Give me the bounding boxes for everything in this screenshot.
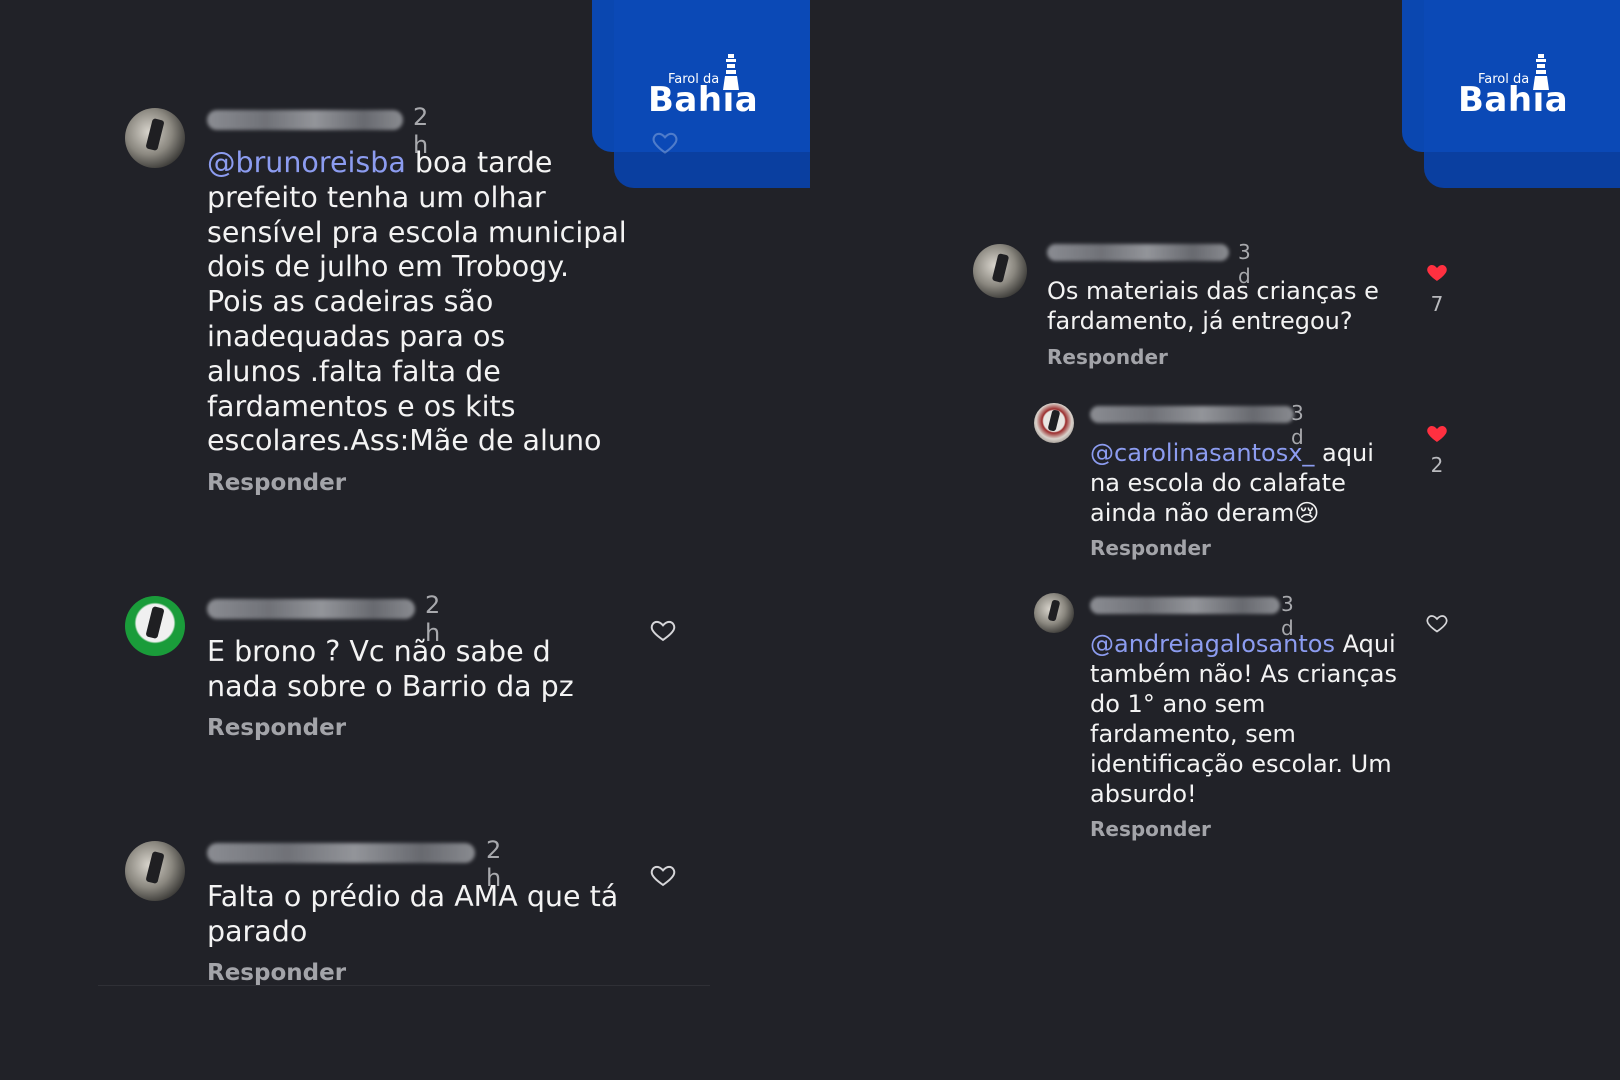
reply-button[interactable]: Responder <box>1047 345 1168 369</box>
avatar[interactable] <box>1034 403 1074 443</box>
lighthouse-icon <box>1533 54 1549 90</box>
avatar[interactable] <box>125 108 185 168</box>
username-blurred[interactable] <box>207 843 475 863</box>
comment-text: Os materiais das crianças e fardamento, … <box>1047 277 1379 335</box>
username-blurred[interactable] <box>207 110 403 130</box>
avatar[interactable] <box>125 841 185 901</box>
avatar[interactable] <box>125 596 185 656</box>
mention-link[interactable]: @carolinasantosx_ <box>1090 439 1314 467</box>
left-comments-panel: Farol da Bahia 2 h @brunoreisba boa tard… <box>0 0 810 1080</box>
mention-link[interactable]: @andreiagalosantos <box>1090 630 1335 658</box>
divider <box>98 985 710 986</box>
reply-button[interactable]: Responder <box>207 470 346 496</box>
username-blurred[interactable] <box>207 599 415 619</box>
reply-button[interactable]: Responder <box>207 960 346 986</box>
like-heart-icon[interactable] <box>1425 611 1449 635</box>
avatar[interactable] <box>1034 593 1074 633</box>
like-heart-icon[interactable] <box>649 616 677 644</box>
like-count: 2 <box>1430 453 1444 477</box>
username-blurred[interactable] <box>1090 406 1294 423</box>
reply-button[interactable]: Responder <box>1090 817 1211 841</box>
lighthouse-icon <box>723 54 739 90</box>
comment-text: Falta o prédio da AMA que tá parado <box>207 880 619 948</box>
comment-text: @andreiagalosantos Aqui também não! As c… <box>1090 629 1410 809</box>
comment-text: E brono ? Vc não sabe d nada sobre o Bar… <box>207 635 574 703</box>
liked-heart-icon[interactable] <box>1425 421 1449 445</box>
avatar[interactable] <box>973 244 1027 298</box>
comment-text: @carolinasantosx_ aqui na escola do cala… <box>1090 438 1410 528</box>
mention-link[interactable]: @brunoreisba <box>207 146 406 179</box>
reply-button[interactable]: Responder <box>1090 536 1211 560</box>
heart-outline-icon <box>652 132 678 154</box>
comment-text: @brunoreisba boa tarde prefeito tenha um… <box>207 146 627 459</box>
username-blurred[interactable] <box>1090 597 1280 614</box>
farol-da-bahia-logo: Farol da Bahia <box>1402 0 1620 188</box>
like-count: 7 <box>1430 292 1444 316</box>
right-comments-panel: Farol da Bahia 3 d Os materiais das cria… <box>810 0 1620 1080</box>
like-heart-icon[interactable] <box>649 861 677 889</box>
liked-heart-icon[interactable] <box>1425 260 1449 284</box>
comment-body: boa tarde prefeito tenha um olhar sensív… <box>207 146 627 458</box>
username-blurred[interactable] <box>1047 244 1229 261</box>
reply-button[interactable]: Responder <box>207 715 346 741</box>
